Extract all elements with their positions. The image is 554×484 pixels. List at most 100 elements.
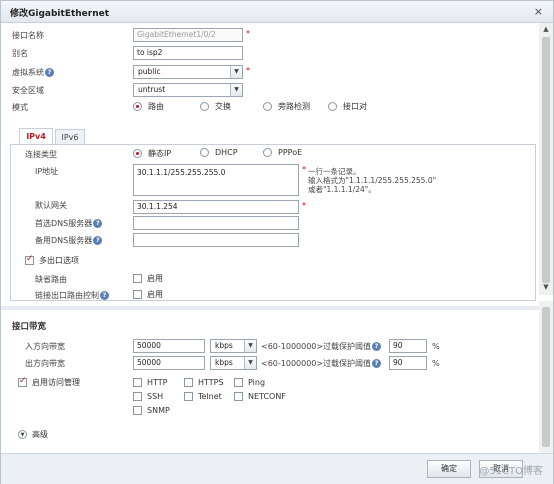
hint-line: 或者"1.1.1.1/24"。 [308, 185, 376, 194]
in-bandwidth-input[interactable]: 50000 [133, 339, 205, 353]
out-threshold-label: 过载保护阈值? [323, 358, 381, 369]
checkbox-box[interactable] [133, 290, 142, 299]
default-route-checkbox[interactable]: 启用 [133, 273, 163, 284]
radio-dot[interactable] [133, 149, 142, 158]
access-mgmt-checkbox[interactable]: 启用访问管理 [18, 376, 80, 388]
ok-button[interactable]: 确定 [427, 460, 471, 478]
checkbox-label: HTTPS [198, 378, 224, 387]
access-snmp-checkbox[interactable]: SNMP [133, 406, 170, 415]
dns2-label: 备用DNS服务器? [35, 235, 103, 246]
mode-label: 模式 [12, 103, 28, 112]
zone-select[interactable]: untrust ▼ [133, 83, 243, 97]
radio-dot[interactable] [263, 148, 272, 157]
checkbox-box[interactable] [184, 378, 193, 387]
out-range-hint: <60-1000000> [261, 359, 324, 368]
checkbox-box[interactable] [133, 406, 142, 415]
dns1-label-text: 首选DNS服务器 [35, 219, 93, 228]
mode-radio-bypass[interactable]: 旁路检测 [263, 101, 310, 112]
checkbox-label: Ping [248, 378, 266, 387]
conn-radio-pppoe[interactable]: PPPoE [263, 148, 302, 157]
scroll-down-icon[interactable]: ▼ [540, 283, 552, 291]
gateway-input[interactable]: 30.1.1.254 [133, 200, 299, 214]
checkbox-label: NETCONF [248, 392, 286, 401]
mode-radio-pair[interactable]: 接口对 [328, 101, 367, 112]
help-icon[interactable]: ? [372, 342, 381, 351]
in-threshold-input[interactable]: 90 [389, 339, 427, 353]
required-star: * [246, 29, 250, 38]
radio-dot[interactable] [133, 102, 142, 111]
help-icon[interactable]: ? [45, 68, 54, 77]
mode-radio-switch[interactable]: 交换 [200, 101, 231, 112]
vsys-select-value: public [138, 67, 161, 76]
mode-radio-route[interactable]: 路由 [133, 101, 164, 112]
access-http-checkbox[interactable]: HTTP [133, 378, 167, 387]
gateway-ctrl-checkbox[interactable]: 启用 [133, 289, 163, 300]
chevron-down-icon[interactable]: ▼ [244, 357, 256, 369]
close-icon[interactable]: × [534, 5, 543, 18]
zone-label: 安全区域 [12, 86, 44, 95]
checkbox-label: 启用 [147, 290, 163, 299]
help-icon[interactable]: ? [93, 236, 103, 245]
ip-address-textarea[interactable]: 30.1.1.1/255.255.255.0 [133, 164, 299, 196]
out-bandwidth-input[interactable]: 50000 [133, 356, 205, 370]
out-bandwidth-label: 出方向带宽 [25, 359, 65, 368]
scroll-up-icon[interactable]: ▲ [540, 25, 552, 33]
radio-dot[interactable] [200, 148, 209, 157]
access-ssh-checkbox[interactable]: SSH [133, 392, 163, 401]
radio-dot[interactable] [200, 102, 209, 111]
dialog-title: 修改GigabitEthernet [10, 9, 110, 19]
vsys-select[interactable]: public ▼ [133, 65, 243, 79]
ip-format-hint: 一行一条记录。 输入格式为"1.1.1.1/255.255.255.0" 或者"… [308, 167, 436, 194]
access-https-checkbox[interactable]: HTTPS [184, 378, 224, 387]
default-route-label: 缺省路由 [35, 275, 67, 284]
interface-name-label: 接口名称 [12, 31, 44, 40]
conn-radio-static[interactable]: 静态IP [133, 148, 171, 159]
lower-scroll-thumb[interactable] [542, 307, 550, 447]
multi-exit-checkbox[interactable]: 多出口选项 [25, 254, 79, 266]
checkbox-box[interactable] [184, 392, 193, 401]
chevron-down-icon[interactable]: ▼ [244, 340, 256, 352]
in-range-hint: <60-1000000> [261, 342, 324, 351]
access-ping-checkbox[interactable]: Ping [234, 378, 265, 387]
expand-icon[interactable]: ▼ [18, 430, 27, 439]
help-icon[interactable]: ? [93, 219, 103, 228]
checkbox-box[interactable] [234, 378, 243, 387]
dns1-input[interactable] [133, 216, 299, 230]
gateway-ctrl-label: 链接出口路由控制? [35, 290, 109, 301]
conn-radio-dhcp[interactable]: DHCP [200, 148, 238, 157]
checkbox-label: 启用 [147, 274, 163, 283]
help-icon[interactable]: ? [372, 359, 381, 368]
access-netconf-checkbox[interactable]: NETCONF [234, 392, 286, 401]
radio-dot[interactable] [328, 102, 337, 111]
checkbox-label: 多出口选项 [39, 256, 79, 265]
checkbox-box[interactable] [133, 378, 142, 387]
alias-input[interactable]: to isp2 [133, 46, 243, 60]
advanced-toggle[interactable]: ▼ 高级 [18, 429, 48, 440]
checkbox-label: SNMP [147, 406, 170, 415]
out-unit-select[interactable]: kbps ▼ [210, 356, 257, 370]
checkbox-label: 启用访问管理 [32, 378, 80, 387]
out-threshold-input[interactable]: 90 [389, 356, 427, 370]
checkbox-box[interactable] [25, 254, 34, 265]
edit-interface-dialog: 修改GigabitEthernet × 接口名称 GigabitEthernet… [0, 0, 554, 484]
tab-ipv6[interactable]: IPv6 [55, 129, 85, 145]
dns2-input[interactable] [133, 233, 299, 247]
gateway-ctrl-label-text: 链接出口路由控制 [35, 291, 99, 300]
radio-label: DHCP [215, 148, 238, 157]
chevron-down-icon[interactable]: ▼ [230, 66, 242, 78]
checkbox-box[interactable] [234, 392, 243, 401]
dns2-label-text: 备用DNS服务器 [35, 236, 93, 245]
checkbox-box[interactable] [133, 392, 142, 401]
interface-name-field: GigabitEthernet1/0/2 [133, 28, 243, 42]
access-telnet-checkbox[interactable]: Telnet [184, 392, 222, 401]
tab-ipv4[interactable]: IPv4 [19, 128, 53, 145]
help-icon[interactable]: ? [100, 291, 109, 300]
watermark: @51CTO博客 [479, 466, 543, 477]
chevron-down-icon[interactable]: ▼ [230, 84, 242, 96]
checkbox-box[interactable] [18, 376, 27, 387]
upper-scroll-thumb[interactable] [542, 37, 550, 283]
checkbox-box[interactable] [133, 274, 142, 283]
section-divider [1, 306, 541, 310]
in-unit-select[interactable]: kbps ▼ [210, 339, 257, 353]
radio-dot[interactable] [263, 102, 272, 111]
